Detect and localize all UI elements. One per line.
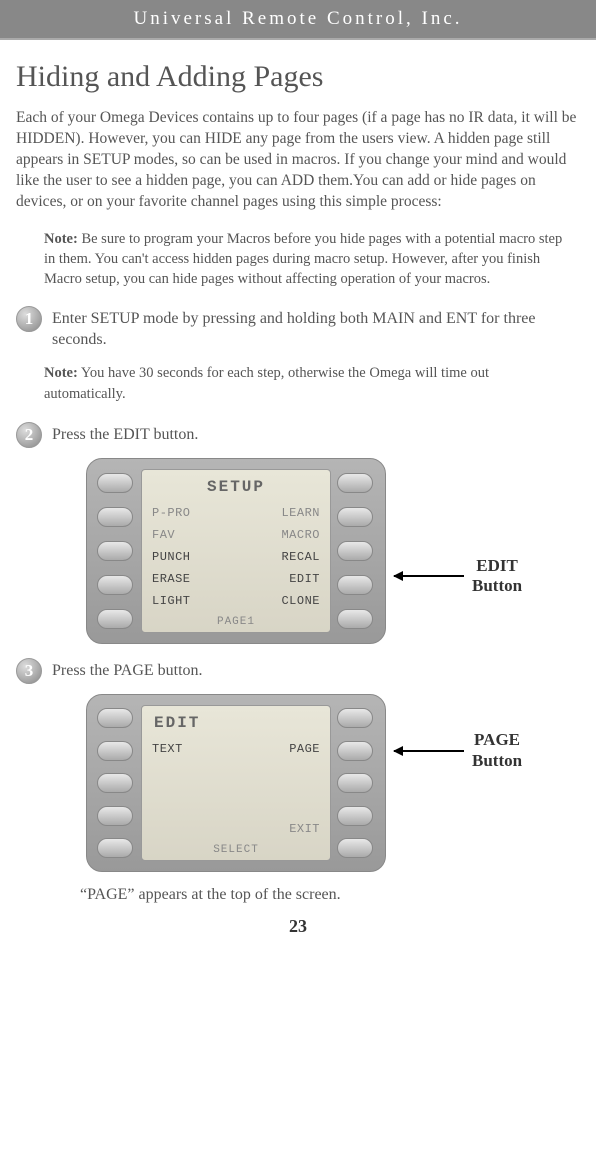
screen-title: EDIT xyxy=(148,714,324,732)
screen-row: TEXTPAGE xyxy=(148,740,324,758)
right-button-column xyxy=(337,705,375,861)
remote-device-1: SETUP P-PROLEARN FAVMACRO PUNCHRECAL ERA… xyxy=(86,458,386,644)
step-2-number: 2 xyxy=(16,422,42,448)
figure-1: SETUP P-PROLEARN FAVMACRO PUNCHRECAL ERA… xyxy=(86,458,580,644)
hard-button xyxy=(337,575,373,595)
hard-button xyxy=(97,473,133,493)
step-3-number: 3 xyxy=(16,658,42,684)
edit-button-annotation: EDITButton xyxy=(394,556,522,597)
step-3: 3 Press the PAGE button. xyxy=(16,658,580,684)
note-1-label: Note: xyxy=(44,231,78,247)
step-1: 1 Enter SETUP mode by pressing and holdi… xyxy=(16,306,580,351)
hard-button xyxy=(97,575,133,595)
hard-button xyxy=(97,838,133,858)
step-1-number: 1 xyxy=(16,306,42,332)
screen-spacer xyxy=(148,762,324,816)
arrow-left-icon xyxy=(394,750,464,752)
hard-button xyxy=(337,773,373,793)
step-3-text: Press the PAGE button. xyxy=(52,658,203,682)
header-company: Universal Remote Control, Inc. xyxy=(0,0,596,38)
note-1-text: Be sure to program your Macros before yo… xyxy=(44,231,562,288)
screen-row: PUNCHRECAL xyxy=(148,548,324,566)
hard-button xyxy=(97,541,133,561)
hard-button xyxy=(337,741,373,761)
lcd-screen-2: EDIT TEXTPAGE EXIT SELECT xyxy=(141,705,331,861)
step-2: 2 Press the EDIT button. xyxy=(16,422,580,448)
screen-row-exit: EXIT xyxy=(148,820,324,838)
hard-button xyxy=(337,541,373,561)
step-1-text: Enter SETUP mode by pressing and holding… xyxy=(52,306,580,351)
screen-row: P-PROLEARN xyxy=(148,504,324,522)
note-1: Note: Be sure to program your Macros bef… xyxy=(44,229,572,290)
hard-button xyxy=(97,708,133,728)
hard-button xyxy=(337,473,373,493)
screen-row: FAVMACRO xyxy=(148,526,324,544)
arrow-left-icon xyxy=(394,575,464,577)
hard-button xyxy=(97,741,133,761)
step-2-text: Press the EDIT button. xyxy=(52,422,198,446)
screen-footer: PAGE1 xyxy=(148,616,324,628)
hard-button xyxy=(97,507,133,527)
right-button-column xyxy=(337,469,375,633)
screen-row: LIGHTCLONE xyxy=(148,592,324,610)
intro-paragraph: Each of your Omega Devices contains up t… xyxy=(16,108,580,213)
lcd-screen-1: SETUP P-PROLEARN FAVMACRO PUNCHRECAL ERA… xyxy=(141,469,331,633)
hard-button xyxy=(97,609,133,629)
hard-button xyxy=(97,806,133,826)
page-number: 23 xyxy=(16,916,580,937)
hard-button xyxy=(337,838,373,858)
caption: “PAGE” appears at the top of the screen. xyxy=(80,886,580,904)
screen-footer: SELECT xyxy=(148,844,324,856)
hard-button xyxy=(97,773,133,793)
page-button-annotation: PAGEButton xyxy=(394,730,522,771)
page-button-label: PAGEButton xyxy=(472,730,522,771)
hard-button xyxy=(337,806,373,826)
left-button-column xyxy=(97,469,135,633)
note-2: Note: You have 30 seconds for each step,… xyxy=(44,363,572,407)
remote-device-2: EDIT TEXTPAGE EXIT SELECT xyxy=(86,694,386,872)
screen-row: ERASEEDIT xyxy=(148,570,324,588)
note-2-text: You have 30 seconds for each step, other… xyxy=(44,365,489,403)
left-button-column xyxy=(97,705,135,861)
hard-button xyxy=(337,708,373,728)
note-2-label: Note: xyxy=(44,365,78,381)
figure-2: EDIT TEXTPAGE EXIT SELECT PAGEButton xyxy=(86,694,580,872)
hard-button xyxy=(337,609,373,629)
header-underline xyxy=(0,38,596,40)
page-title: Hiding and Adding Pages xyxy=(16,60,580,94)
screen-title: SETUP xyxy=(148,478,324,496)
hard-button xyxy=(337,507,373,527)
edit-button-label: EDITButton xyxy=(472,556,522,597)
